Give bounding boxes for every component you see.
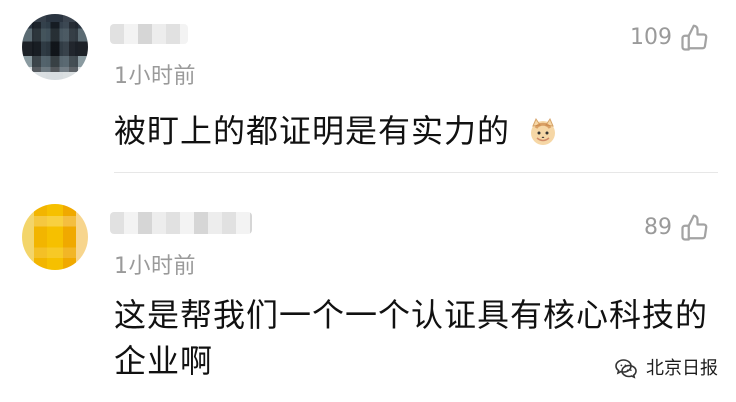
watermark: 北京日报 [614, 354, 718, 380]
comment-time: 1小时前 [114, 254, 196, 279]
like-count: 109 [630, 24, 672, 50]
avatar[interactable] [22, 14, 88, 80]
comment-text-content: 被盯上的都证明是有实力的 [114, 112, 511, 150]
like-button[interactable]: 109 [630, 22, 710, 52]
comment-text: 被盯上的都证明是有实力的 [114, 108, 674, 154]
avatar[interactable] [22, 204, 88, 270]
username-blurred[interactable] [110, 212, 252, 234]
username-blurred[interactable] [110, 24, 188, 44]
like-count: 89 [644, 214, 672, 240]
comment-time: 1小时前 [114, 64, 196, 89]
cat-emoji [527, 114, 559, 146]
wechat-icon [614, 355, 638, 379]
divider [114, 172, 718, 173]
thumbs-up-icon [680, 22, 710, 52]
thumbs-up-icon [680, 212, 710, 242]
comment-item: 1小时前 109 被盯上的都证明是有实力的 [0, 0, 736, 173]
like-button[interactable]: 89 [644, 212, 710, 242]
watermark-text: 北京日报 [646, 358, 718, 379]
